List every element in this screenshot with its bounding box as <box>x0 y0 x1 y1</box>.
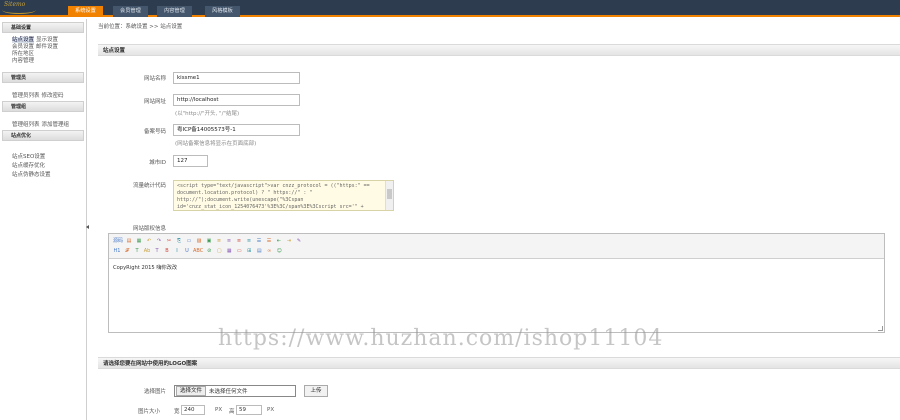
height-input[interactable]: 59 <box>236 405 262 415</box>
choose-file-button[interactable]: 选择文件 <box>176 386 207 396</box>
sidebar-group-admins[interactable]: 管理员 <box>2 72 84 83</box>
sidebar-item-cache[interactable]: 站点缓存优化 <box>12 163 45 169</box>
collapse-arrow-icon[interactable] <box>86 225 89 229</box>
toolbar-toolbar-row2-button-10[interactable]: ▢ <box>215 247 223 255</box>
textarea-scrollbar[interactable] <box>385 181 393 210</box>
tab-style-templates[interactable]: 风格模板 <box>205 6 240 17</box>
toolbar-toolbar-row1-button-13[interactable]: ≡ <box>245 237 253 245</box>
icp-input[interactable]: 粤ICP备14005573号-1 <box>173 124 300 136</box>
logo-swoosh <box>2 6 36 14</box>
stats-code-textarea[interactable]: <script type="text/javascript">var cnzz_… <box>173 180 394 211</box>
sidebar-item-rewrite[interactable]: 站点伪静态设置 <box>12 172 51 178</box>
tab-member-management[interactable]: 会员管理 <box>113 6 148 17</box>
toolbar-toolbar-row1-button-16[interactable]: ⇤ <box>275 237 283 245</box>
sidebar-item-seo-settings[interactable]: 站点SEO设置 <box>12 154 45 160</box>
toolbar-toolbar-row2-button-14[interactable]: ▤ <box>255 247 263 255</box>
sidebar-group-admin-groups[interactable]: 管理组 <box>2 101 84 112</box>
image-size-label: 图片大小 <box>137 409 160 415</box>
stats-code-text: <script type="text/javascript">var cnzz_… <box>177 183 370 210</box>
toolbar-toolbar-row1-button-1[interactable]: ▤ <box>125 237 133 245</box>
toolbar-toolbar-row1-button-14[interactable]: ☰ <box>255 237 263 245</box>
toolbar-toolbar-row2-button-9[interactable]: ⊘ <box>205 247 213 255</box>
toolbar-toolbar-row1-button-3[interactable]: ↶ <box>145 237 153 245</box>
toolbar-toolbar-row2-button-3[interactable]: Ab <box>143 247 151 255</box>
toolbar-toolbar-row2-button-16[interactable]: ☺ <box>275 247 283 255</box>
toolbar-toolbar-row1-button-11[interactable]: ≡ <box>225 237 233 245</box>
toolbar-toolbar-row1-button-12[interactable]: ≡ <box>235 237 243 245</box>
site-name-label: 网站名称 <box>143 76 166 82</box>
stats-code-label: 流量统计代码 <box>132 183 166 189</box>
toolbar-toolbar-row2-button-4[interactable]: T <box>153 247 161 255</box>
toolbar-toolbar-row1-button-15[interactable]: ☰ <box>265 237 273 245</box>
editor-toolbar-row-1: 源码 ▤ ▦ ↶ ↷ ✂ ⎘ ▭ ▨ ▣ ≡ ≡ ≡ ≡ ☰ ☰ ⇤ ⇥ ✎ <box>113 236 880 246</box>
choose-image-label: 选择图片 <box>143 389 166 395</box>
toolbar-toolbar-row2-button-0[interactable]: H1 <box>113 247 121 255</box>
resize-handle-icon[interactable] <box>878 326 883 331</box>
toolbar-toolbar-row1-button-7[interactable]: ▭ <box>185 237 193 245</box>
section-title-site: 站点设置 <box>98 44 900 56</box>
width-px-label: PX <box>215 407 223 413</box>
toolbar-toolbar-row2-button-11[interactable]: ▦ <box>225 247 233 255</box>
copyright-label: 网站版权信息 <box>132 226 166 232</box>
scrollbar-thumb[interactable] <box>387 189 392 199</box>
width-input[interactable]: 240 <box>181 405 205 415</box>
editor-content[interactable]: CopyRight 2015 嗨你改改 <box>109 259 884 276</box>
upload-button[interactable]: 上传 <box>304 385 328 397</box>
sidebar-item-display-settings[interactable]: 显示设置 <box>36 37 58 43</box>
copyright-editor[interactable]: 源码 ▤ ▦ ↶ ↷ ✂ ⎘ ▭ ▨ ▣ ≡ ≡ ≡ ≡ ☰ ☰ ⇤ ⇥ ✎ H1 𝓕 T Ab T B I U ABC ⊘ ▢ ▦ ▭ ⊞ ▤… <box>108 233 885 333</box>
sidebar: 基础设置 站点设置 显示设置 会员设置 邮件设置 所在地区 内容管理 管理员 管理员… <box>0 19 87 420</box>
section-title-logo: 请选择您要在网站中使用的LOGO图案 <box>98 357 900 369</box>
top-bar: Sitemo 系统设置 会员管理 内容管理 风格模板 <box>0 0 900 17</box>
sidebar-item-member-settings[interactable]: 会员设置 <box>12 44 34 50</box>
toolbar-toolbar-row1-button-0[interactable]: 源码 <box>113 237 123 245</box>
toolbar-toolbar-row2-button-2[interactable]: T <box>133 247 141 255</box>
sidebar-item-add-group[interactable]: 添加管理组 <box>42 122 70 128</box>
toolbar-toolbar-row2-button-1[interactable]: 𝓕 <box>123 247 131 255</box>
sidebar-item-mail-settings[interactable]: 邮件设置 <box>36 44 58 50</box>
toolbar-toolbar-row2-button-6[interactable]: I <box>173 247 181 255</box>
editor-toolbar: 源码 ▤ ▦ ↶ ↷ ✂ ⎘ ▭ ▨ ▣ ≡ ≡ ≡ ≡ ☰ ☰ ⇤ ⇥ ✎ H1 𝓕 T Ab T B I U ABC ⊘ ▢ ▦ ▭ ⊞ ▤… <box>109 234 884 259</box>
toolbar-toolbar-row1-button-6[interactable]: ⎘ <box>175 237 183 245</box>
city-id-label: 城市ID <box>149 160 166 166</box>
toolbar-toolbar-row1-button-10[interactable]: ≡ <box>215 237 223 245</box>
tab-content-management[interactable]: 内容管理 <box>157 6 192 17</box>
toolbar-toolbar-row1-button-18[interactable]: ✎ <box>295 237 303 245</box>
toolbar-toolbar-row1-button-4[interactable]: ↷ <box>155 237 163 245</box>
toolbar-toolbar-row2-button-12[interactable]: ▭ <box>235 247 243 255</box>
toolbar-toolbar-row1-button-8[interactable]: ▨ <box>195 237 203 245</box>
sidebar-group-seo[interactable]: 站点优化 <box>2 130 84 141</box>
sidebar-item-region[interactable]: 所在地区 <box>12 51 34 57</box>
city-id-input[interactable]: 127 <box>173 155 208 167</box>
sidebar-item-change-password[interactable]: 修改密码 <box>42 93 64 99</box>
toolbar-toolbar-row2-button-8[interactable]: ABC <box>193 247 203 255</box>
toolbar-toolbar-row1-button-17[interactable]: ⇥ <box>285 237 293 245</box>
editor-toolbar-row-2: H1 𝓕 T Ab T B I U ABC ⊘ ▢ ▦ ▭ ⊞ ▤ ∞ ☺ <box>113 246 880 256</box>
height-px-label: PX <box>267 407 275 413</box>
sidebar-item-admin-list[interactable]: 管理员列表 <box>12 93 40 99</box>
sidebar-item-content[interactable]: 内容管理 <box>12 58 34 64</box>
site-url-hint: (以"http://"开头, "/"结尾) <box>175 111 240 117</box>
height-prefix: 高 <box>229 409 235 415</box>
toolbar-toolbar-row2-button-15[interactable]: ∞ <box>265 247 273 255</box>
file-input[interactable]: 选择文件 未选择任何文件 <box>174 385 296 397</box>
sidebar-item-site-settings[interactable]: 站点设置 <box>12 37 35 43</box>
file-status: 未选择任何文件 <box>209 389 248 395</box>
icp-label: 备案号码 <box>143 129 166 135</box>
toolbar-toolbar-row2-button-7[interactable]: U <box>183 247 191 255</box>
sidebar-group-basic[interactable]: 基础设置 <box>2 22 84 33</box>
toolbar-toolbar-row1-button-9[interactable]: ▣ <box>205 237 213 245</box>
toolbar-toolbar-row2-button-5[interactable]: B <box>163 247 171 255</box>
site-url-input[interactable]: http://localhost <box>173 94 300 106</box>
breadcrumb: 当前位置：系统设置 >> 站点设置 <box>98 24 183 30</box>
sidebar-item-group-list[interactable]: 管理组列表 <box>12 122 40 128</box>
toolbar-toolbar-row1-button-2[interactable]: ▦ <box>135 237 143 245</box>
icp-hint: (网站备案信息将显示在页面底部) <box>175 141 257 147</box>
toolbar-toolbar-row2-button-13[interactable]: ⊞ <box>245 247 253 255</box>
width-prefix: 宽 <box>174 409 180 415</box>
site-name-input[interactable]: kissme1 <box>173 72 300 84</box>
site-url-label: 网站网址 <box>143 99 166 105</box>
toolbar-toolbar-row1-button-5[interactable]: ✂ <box>165 237 173 245</box>
watermark: https://www.huzhan.com/ishop11104 <box>218 326 664 351</box>
tab-system-settings[interactable]: 系统设置 <box>68 6 103 17</box>
